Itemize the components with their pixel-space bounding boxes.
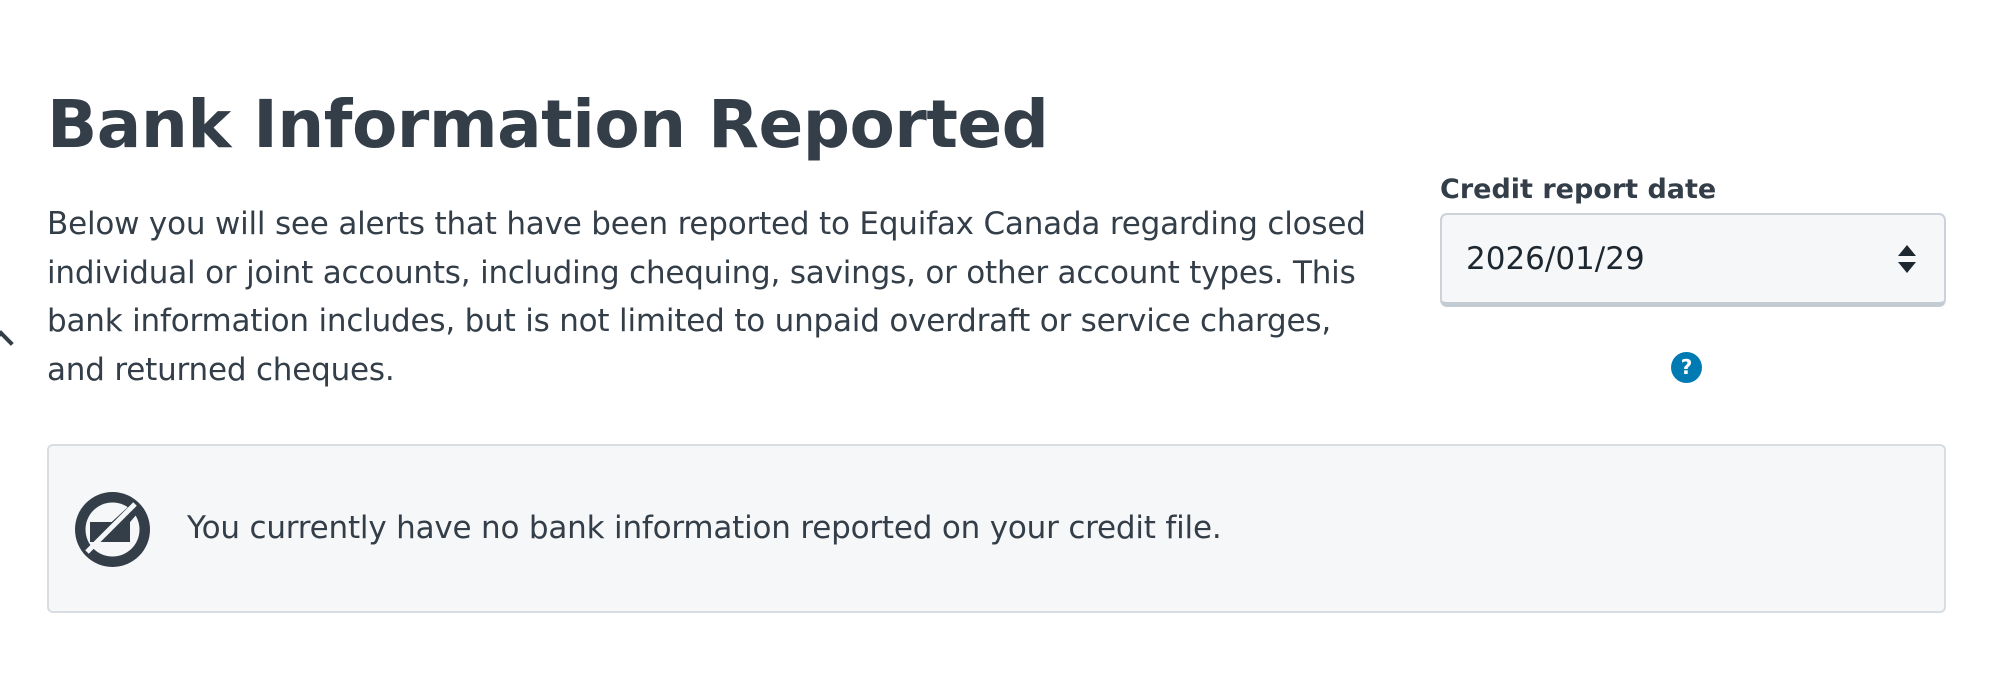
no-bank-info-notice: You currently have no bank information r… — [47, 444, 1946, 613]
chevron-up-icon[interactable] — [0, 330, 14, 356]
credit-report-date-label: Credit report date — [1440, 174, 1717, 205]
help-icon[interactable]: ? — [1671, 352, 1702, 383]
no-records-icon — [75, 492, 150, 567]
page-title: Bank Information Reported — [47, 86, 1049, 163]
sort-arrows-icon — [1898, 245, 1916, 273]
intro-paragraph: Below you will see alerts that have been… — [47, 206, 1366, 388]
credit-report-date-select[interactable]: 2026/01/29 — [1440, 213, 1946, 307]
selected-date-value: 2026/01/29 — [1466, 241, 1645, 277]
notice-message: You currently have no bank information r… — [187, 510, 1222, 546]
